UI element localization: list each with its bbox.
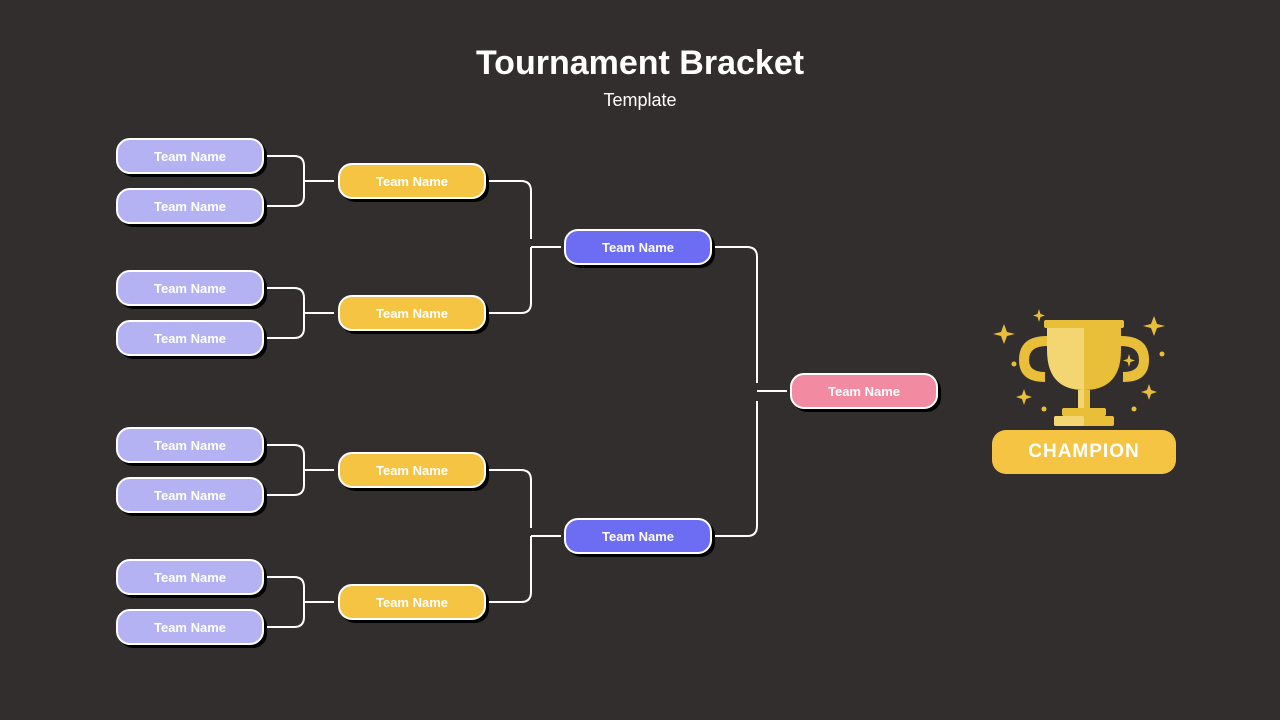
champion-label: CHAMPION (1028, 441, 1139, 463)
r2-slot-0-label: Team Name (376, 174, 448, 189)
champion-badge: CHAMPION (992, 430, 1176, 474)
r3-slot-1-label: Team Name (602, 529, 674, 544)
page-title: Tournament Bracket (0, 44, 1280, 83)
r2-slot-2-label: Team Name (376, 463, 448, 478)
r1-slot-4[interactable]: Team Name (116, 427, 264, 463)
r2-slot-1[interactable]: Team Name (338, 295, 486, 331)
stage: Tournament Bracket Template Team Name Te… (0, 0, 1280, 720)
r1-slot-1[interactable]: Team Name (116, 188, 264, 224)
r1-slot-0[interactable]: Team Name (116, 138, 264, 174)
r1-slot-2[interactable]: Team Name (116, 270, 264, 306)
page-subtitle: Template (0, 90, 1280, 111)
r2-slot-3-label: Team Name (376, 595, 448, 610)
r1-slot-0-label: Team Name (154, 149, 226, 164)
r3-slot-1[interactable]: Team Name (564, 518, 712, 554)
r1-slot-5[interactable]: Team Name (116, 477, 264, 513)
r2-slot-1-label: Team Name (376, 306, 448, 321)
r1-slot-5-label: Team Name (154, 488, 226, 503)
r1-slot-3[interactable]: Team Name (116, 320, 264, 356)
r2-slot-2[interactable]: Team Name (338, 452, 486, 488)
r1-slot-3-label: Team Name (154, 331, 226, 346)
r1-slot-2-label: Team Name (154, 281, 226, 296)
trophy-icon (984, 294, 1184, 434)
r2-slot-3[interactable]: Team Name (338, 584, 486, 620)
final-slot[interactable]: Team Name (790, 373, 938, 409)
r1-slot-4-label: Team Name (154, 438, 226, 453)
r1-slot-1-label: Team Name (154, 199, 226, 214)
r1-slot-7[interactable]: Team Name (116, 609, 264, 645)
r1-slot-6[interactable]: Team Name (116, 559, 264, 595)
r1-slot-7-label: Team Name (154, 620, 226, 635)
r2-slot-0[interactable]: Team Name (338, 163, 486, 199)
r3-slot-0-label: Team Name (602, 240, 674, 255)
final-slot-label: Team Name (828, 384, 900, 399)
r1-slot-6-label: Team Name (154, 570, 226, 585)
r3-slot-0[interactable]: Team Name (564, 229, 712, 265)
